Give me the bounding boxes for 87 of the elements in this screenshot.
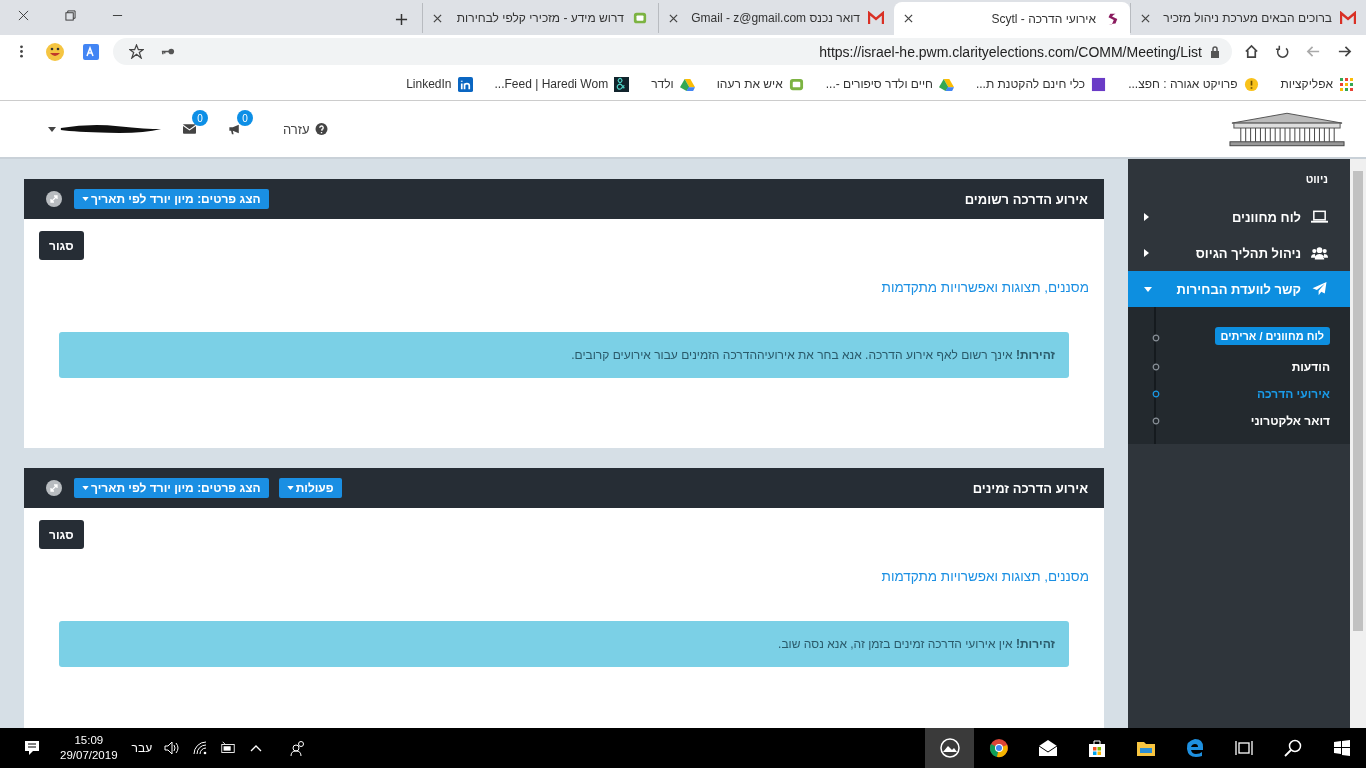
drive-icon (679, 76, 695, 92)
bookmark[interactable]: איש את רעהו (716, 76, 804, 92)
panel-title: אירוע הדרכה זמינים (972, 480, 1088, 496)
count-badge: 0 (192, 110, 208, 126)
caret-icon (286, 486, 294, 490)
bookmark[interactable]: חיים ולדר סיפורים -... (825, 76, 954, 92)
bullet-icon (1152, 362, 1160, 371)
mail-icon (1340, 11, 1356, 25)
bookmark[interactable]: אפליקציות (1280, 76, 1354, 92)
submenu-item[interactable]: דואר אלקטרוני (1250, 413, 1330, 428)
task-view-icon (1233, 738, 1254, 758)
mountain-icon (939, 738, 960, 758)
star-icon[interactable] (129, 44, 144, 59)
bullet-icon (1152, 389, 1160, 398)
laptop-icon (1311, 210, 1328, 224)
caret-icon (48, 126, 56, 132)
edge-icon (1184, 738, 1205, 758)
close-icon[interactable] (433, 13, 442, 23)
wifi-icon[interactable] (192, 740, 209, 756)
expand-icon[interactable] (46, 480, 62, 496)
paper-plane-icon (1311, 282, 1328, 296)
nav-heading: ניווט (1304, 172, 1329, 187)
bookmark[interactable]: ולדר (651, 76, 695, 92)
submenu-item[interactable]: הודעות (1291, 359, 1330, 374)
sidebar-item[interactable]: לוח מחוונים (1128, 199, 1350, 235)
megaphone-icon (228, 123, 241, 135)
submenu-item[interactable]: אירועי הדרכה (1256, 386, 1330, 401)
bookmark[interactable]: Feed | Haredi Wom... (494, 76, 630, 92)
users-icon (1311, 246, 1328, 260)
close-button[interactable]: סגור (39, 520, 84, 549)
mail-icon (1037, 738, 1058, 758)
home-icon[interactable] (1244, 44, 1259, 59)
alert-message: זהירות! אינך רשום לאף אירוע הדרכה. אנא בחר את אירועיההדרכה הזמינים עבור אירועים קרובים. (59, 332, 1069, 378)
alert-message: זהירות! אין אירועי הדרכה זמינים בזמן זה, אנא נסה שוב. (59, 621, 1069, 667)
apps-grid-icon (1339, 76, 1354, 92)
bookmark[interactable]: פרויקט אגורה : חפצ... (1128, 76, 1259, 92)
caret-icon (82, 486, 89, 490)
close-icon[interactable] (1141, 13, 1150, 23)
close-icon[interactable] (904, 14, 913, 23)
filters-link[interactable]: מסננים, תצוגות ואפשרויות מתקדמות (881, 280, 1089, 295)
close-button[interactable]: סגור (39, 231, 84, 260)
warning-icon (1243, 76, 1259, 92)
sidebar-item[interactable]: ניהול תהליך הגיוס (1128, 235, 1350, 271)
notification-icon[interactable] (24, 740, 40, 756)
bullet-icon (1152, 416, 1160, 425)
reload-icon[interactable] (1275, 44, 1290, 59)
question-icon (314, 123, 328, 135)
chrome-icon (988, 738, 1009, 758)
lock-icon (1210, 45, 1220, 58)
restore-icon[interactable] (65, 10, 76, 21)
close-icon[interactable] (669, 13, 678, 23)
bookmark[interactable]: LinkedIn (406, 76, 473, 92)
mail-icon (868, 11, 884, 25)
windows-icon (1331, 738, 1352, 758)
address-field[interactable]: https://israel-he.pwm.clarityelections.com/COMM/Meeting/List (113, 38, 1232, 65)
help-link[interactable]: עזרה (283, 121, 328, 137)
browser-tab[interactable]: דרוש מידע - מזכירי קלפי לבחירות (422, 3, 658, 33)
expand-icon[interactable] (46, 191, 62, 207)
store-icon (1086, 738, 1107, 758)
taskbar-app[interactable] (925, 728, 974, 768)
close-icon[interactable] (18, 10, 29, 21)
people-icon[interactable] (290, 740, 307, 756)
volume-icon[interactable] (164, 740, 181, 756)
ampersand-icon (614, 76, 630, 92)
count-badge: 0 (237, 110, 253, 126)
browser-tab[interactable]: דואר נכנס Gmail - z@gmail.com (658, 3, 894, 33)
battery-icon[interactable] (220, 740, 237, 756)
linkedin-icon (457, 76, 473, 92)
bookmark[interactable]: כלי חינם להקטנת ת... (975, 76, 1107, 92)
translate-icon[interactable] (81, 41, 101, 62)
scrollbar[interactable] (1350, 159, 1366, 728)
panel-title: אירוע הדרכה רשומים (964, 191, 1088, 207)
browser-tab[interactable]: אירועי הדרכה - Scytl (894, 2, 1130, 35)
filters-link[interactable]: מסננים, תצוגות ואפשרויות מתקדמות (881, 569, 1089, 584)
square-icon (1091, 76, 1107, 92)
emoji-icon[interactable] (45, 41, 65, 62)
caret-icon (82, 197, 89, 201)
search-icon (1282, 738, 1303, 758)
back-icon[interactable] (1337, 44, 1352, 59)
clock[interactable]: 15:09 29/07/2019 (60, 733, 118, 763)
drive-icon (938, 76, 954, 92)
language-indicator[interactable]: עבר (131, 741, 153, 755)
netfree-icon (632, 11, 648, 25)
envelope-icon (183, 123, 196, 135)
new-tab-icon[interactable] (395, 13, 408, 26)
bullet-icon (1152, 334, 1160, 342)
netfree-icon (788, 76, 804, 92)
